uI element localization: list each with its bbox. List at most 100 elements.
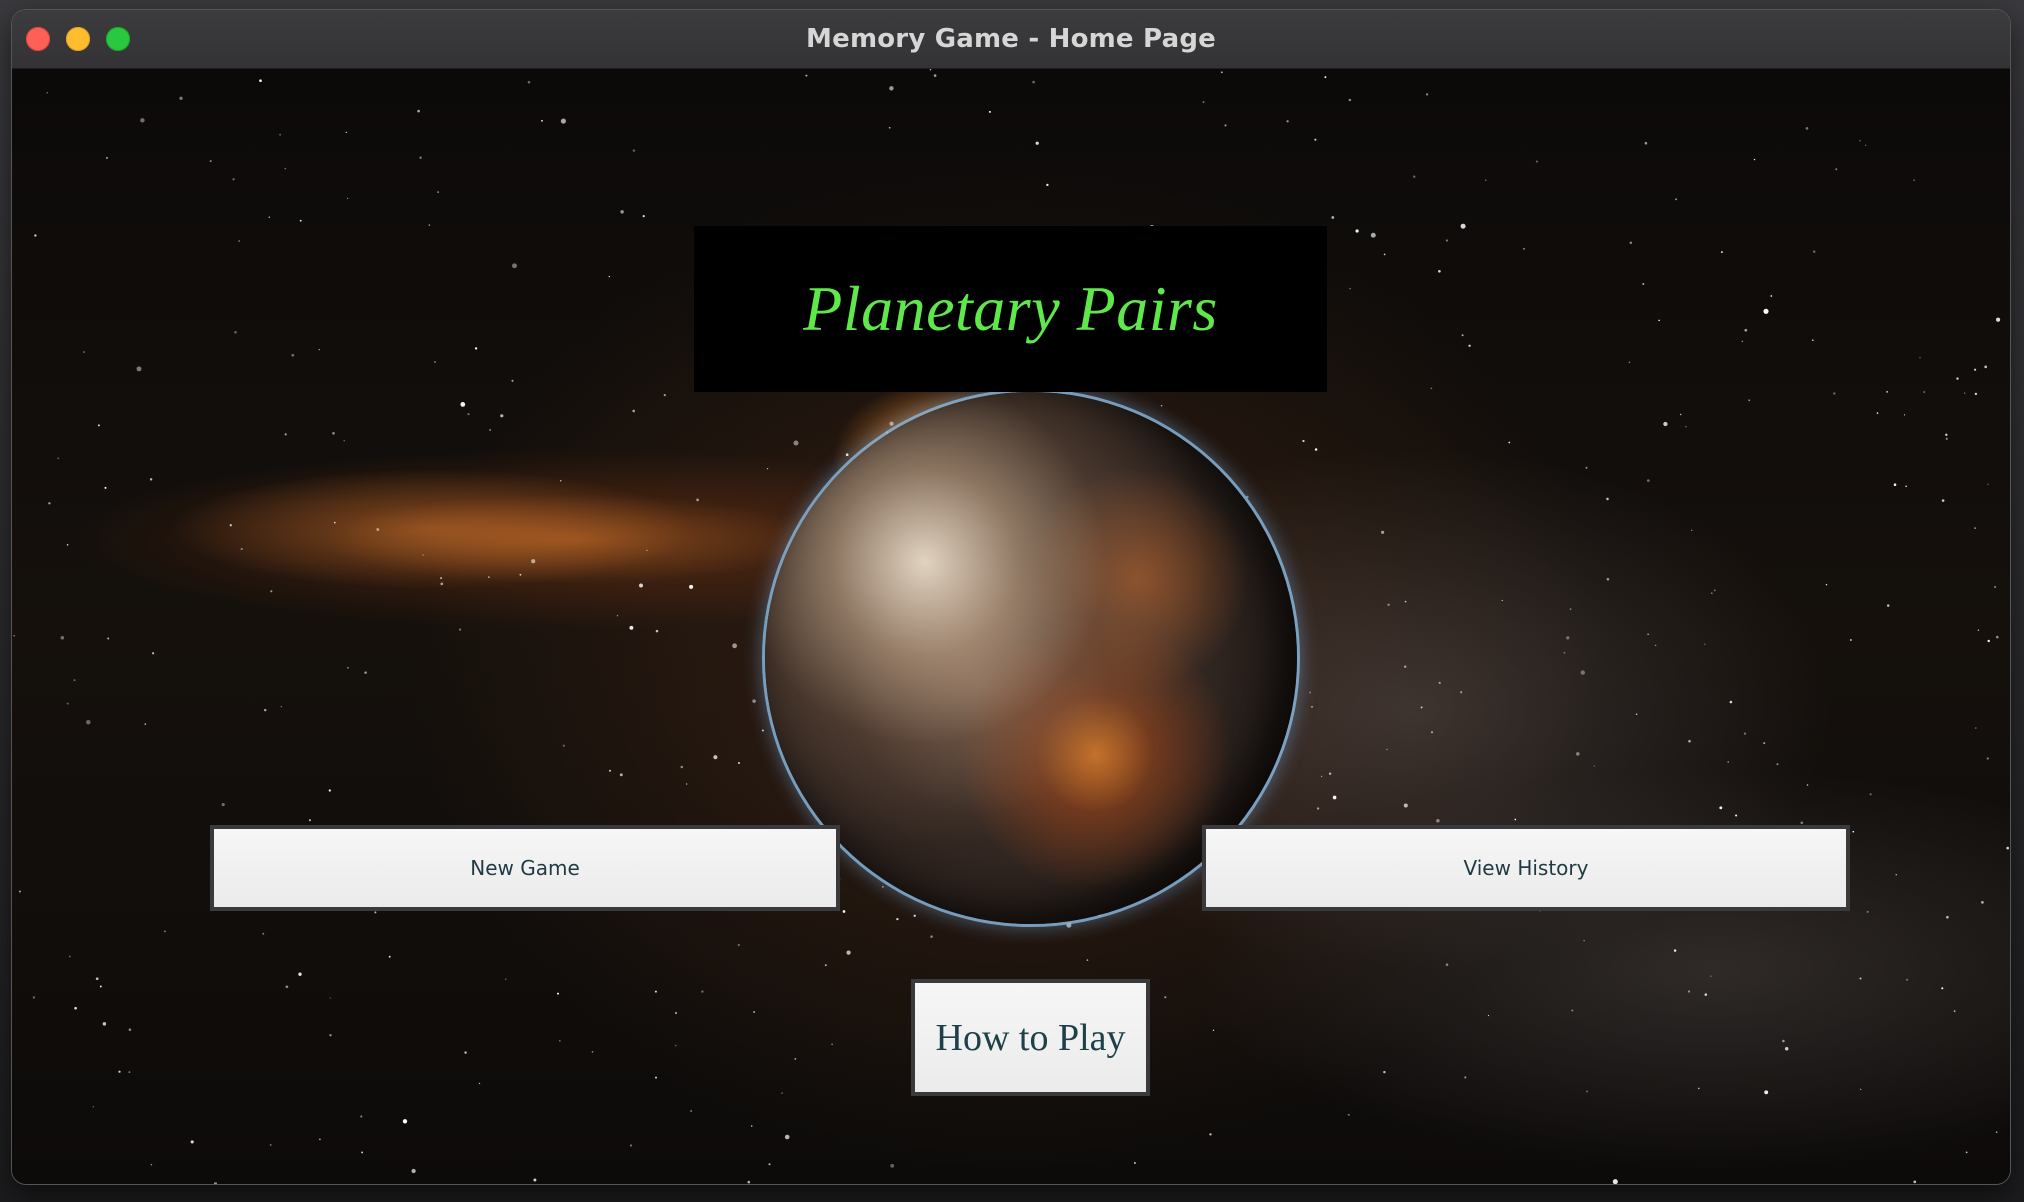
star (346, 197, 349, 200)
star (1800, 821, 1804, 825)
star (654, 990, 657, 993)
star (1679, 413, 1682, 416)
star (732, 643, 737, 649)
star (209, 160, 212, 163)
star (1704, 643, 1706, 645)
star (1919, 357, 1921, 359)
star (531, 559, 536, 564)
star (1987, 639, 1990, 643)
star (632, 149, 636, 152)
star (83, 351, 85, 353)
star (1404, 665, 1407, 668)
star (328, 789, 331, 792)
star (1646, 479, 1650, 482)
star (888, 126, 891, 129)
star (1331, 216, 1335, 219)
star (104, 486, 107, 489)
star (107, 637, 110, 640)
star (232, 178, 235, 181)
star (60, 636, 65, 640)
star (1812, 250, 1816, 253)
star (1430, 731, 1434, 734)
star (95, 977, 99, 981)
star (1426, 93, 1429, 96)
view-history-button[interactable]: View History (1202, 825, 1850, 911)
star (761, 729, 764, 732)
star (1430, 387, 1433, 390)
star (1086, 959, 1089, 961)
star (933, 74, 937, 77)
title-bar[interactable]: Memory Game - Home Page (12, 10, 2010, 69)
star (1349, 287, 1351, 290)
star (1784, 1046, 1789, 1051)
star (1035, 141, 1039, 145)
star (1032, 80, 1035, 84)
star (655, 629, 659, 633)
star (560, 118, 566, 124)
star (92, 1106, 94, 1108)
star (460, 402, 466, 407)
star (1850, 639, 1852, 641)
star (1209, 1133, 1212, 1136)
star (149, 478, 153, 481)
star (1977, 629, 1980, 631)
star (279, 133, 282, 136)
star (1945, 433, 1948, 436)
app-window: Memory Game - Home Page Planetary Pairs … (12, 10, 2010, 1184)
star (559, 479, 562, 482)
star (151, 652, 155, 655)
star (97, 424, 100, 427)
star (674, 1044, 677, 1047)
star (690, 1110, 692, 1112)
star (74, 1006, 77, 1010)
star (701, 990, 704, 993)
star (519, 573, 522, 576)
star (1320, 775, 1323, 778)
star (646, 549, 648, 552)
star (629, 1144, 633, 1147)
star (1825, 583, 1828, 586)
star (458, 628, 462, 631)
star (1691, 529, 1693, 532)
star (229, 524, 232, 527)
star (831, 1043, 833, 1046)
star (655, 1076, 657, 1079)
star (1986, 757, 1989, 760)
star (1913, 179, 1915, 181)
star (1563, 651, 1566, 654)
star (345, 131, 347, 134)
star (608, 769, 612, 772)
star (1729, 700, 1733, 704)
star (1606, 577, 1610, 581)
star (632, 409, 636, 413)
star (1720, 251, 1723, 254)
star (1852, 830, 1855, 833)
star (562, 744, 565, 747)
star (179, 96, 183, 100)
star (263, 708, 267, 712)
star (1770, 295, 1773, 297)
star (333, 521, 336, 524)
star (417, 109, 420, 113)
star (1864, 144, 1867, 147)
star (1688, 739, 1691, 743)
new-game-button[interactable]: New Game (210, 825, 840, 911)
star (713, 755, 718, 760)
star (1698, 1087, 1700, 1090)
star (1974, 368, 1977, 371)
star (1946, 915, 1949, 919)
star (680, 765, 684, 769)
star (478, 1082, 481, 1085)
star (1586, 1090, 1589, 1093)
star (1461, 334, 1464, 337)
star (329, 997, 331, 999)
star (1523, 248, 1525, 250)
star (1763, 742, 1766, 745)
star (1314, 138, 1317, 141)
star (1628, 361, 1631, 364)
star (298, 972, 302, 976)
how-to-play-button[interactable]: How to Play (911, 979, 1150, 1096)
star (1404, 600, 1407, 603)
star (1535, 160, 1538, 163)
star (1713, 589, 1716, 592)
